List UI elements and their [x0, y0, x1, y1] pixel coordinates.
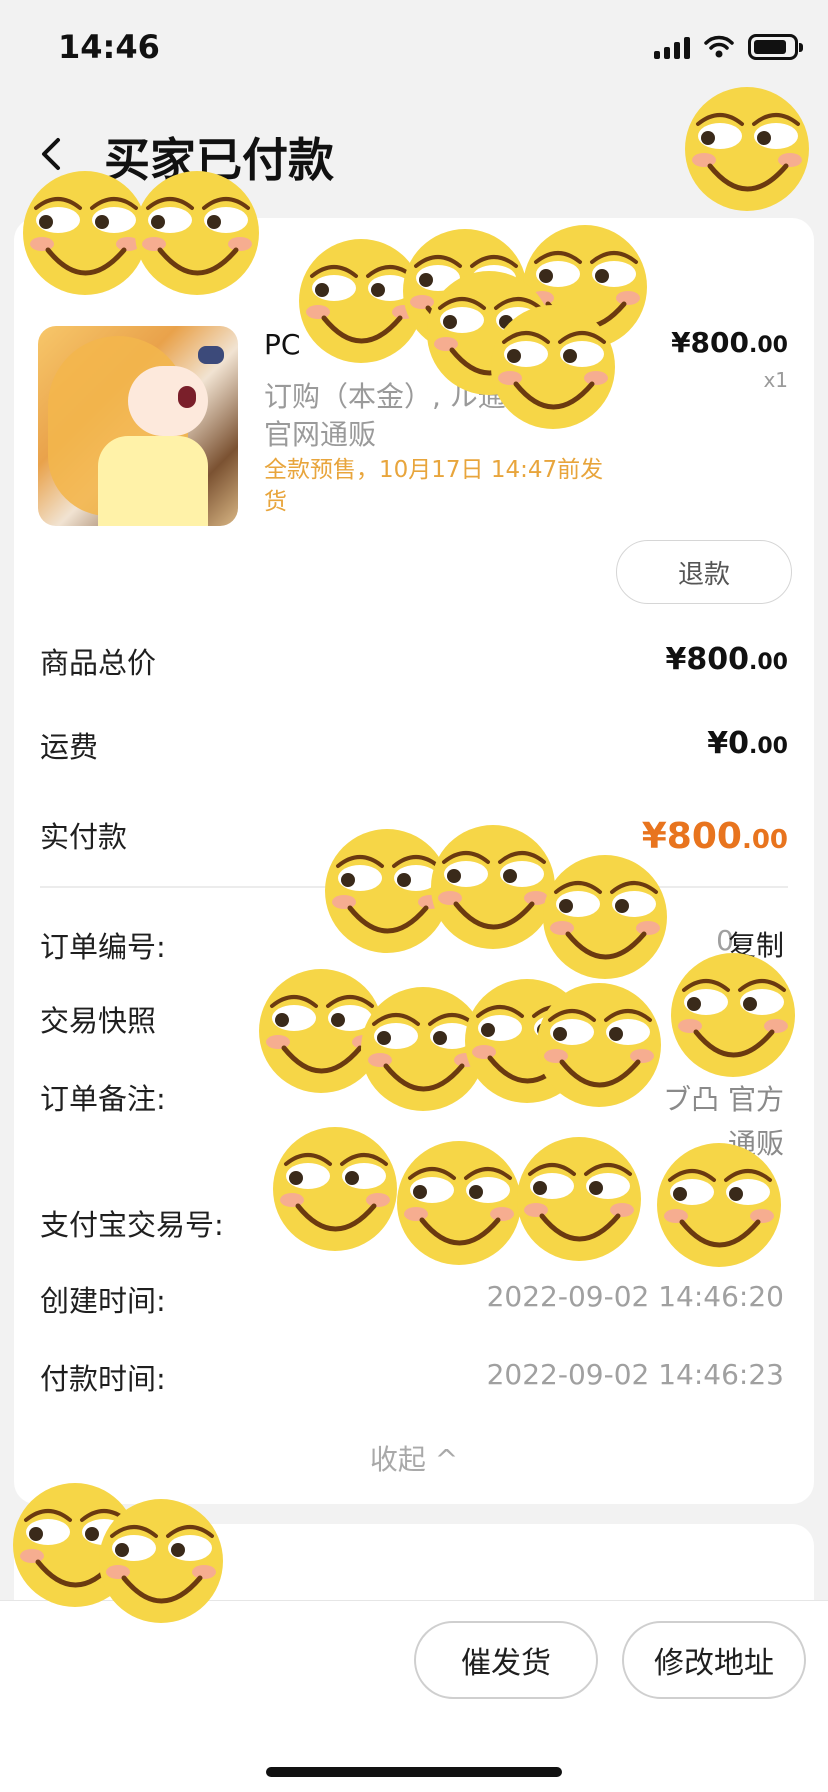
paid-time-value: 2022-09-02 14:46:23 — [486, 1358, 784, 1391]
smirk-emoji-icon — [657, 1143, 781, 1267]
paid-time-label: 付款时间: — [40, 1362, 166, 1396]
bottom-action-bar: 催发货 修改地址 — [0, 1600, 828, 1792]
order-number-label: 订单编号: — [40, 930, 166, 964]
snapshot-label[interactable]: 交易快照 — [40, 998, 156, 1040]
smirk-emoji-icon — [397, 1141, 521, 1265]
paid-value: ¥800.00 — [641, 816, 788, 857]
wifi-icon — [704, 35, 734, 58]
urge-shipment-button[interactable]: 催发货 — [414, 1621, 598, 1699]
presale-note: 全款预售，10月17日 14:47前发货 — [264, 457, 604, 515]
chevron-left-icon — [42, 138, 60, 170]
smirk-emoji-icon — [543, 855, 667, 979]
alipay-trade-no-label: 支付宝交易号: — [40, 1208, 224, 1242]
smirk-emoji-icon — [431, 825, 555, 949]
smirk-emoji-icon — [99, 1499, 223, 1623]
paid-label: 实付款 — [40, 820, 128, 854]
battery-level — [754, 40, 787, 54]
product-title[interactable]: PC — [264, 328, 300, 361]
product-price: ¥800.00 — [671, 326, 788, 359]
shipping-value: ¥0.00 — [707, 726, 788, 761]
collapse-toggle[interactable]: 收起 ^ — [14, 1438, 814, 1478]
smirk-emoji-icon — [491, 305, 615, 429]
created-time-label: 创建时间: — [40, 1284, 166, 1318]
battery-icon — [748, 34, 803, 60]
created-time-value: 2022-09-02 14:46:20 — [486, 1280, 784, 1313]
order-note-label: 订单备注: — [40, 1082, 166, 1116]
smirk-emoji-icon — [273, 1127, 397, 1251]
smirk-emoji-icon — [671, 953, 795, 1077]
smirk-emoji-icon — [517, 1137, 641, 1261]
status-icons — [654, 34, 803, 60]
order-note-value-line1: ブ凸 官方 — [663, 1083, 784, 1116]
smirk-emoji-icon — [135, 171, 259, 295]
status-time: 14:46 — [58, 28, 160, 66]
smirk-emoji-icon — [23, 171, 147, 295]
cellular-signal-icon — [654, 35, 690, 59]
smirk-emoji-icon — [537, 983, 661, 1107]
modify-address-button[interactable]: 修改地址 — [622, 1621, 806, 1699]
shipping-label: 运费 — [40, 730, 99, 764]
smirk-emoji-icon — [685, 87, 809, 211]
subtotal-value: ¥800.00 — [665, 642, 788, 677]
refund-button[interactable]: 退款 — [616, 540, 792, 604]
product-quantity: x1 — [763, 368, 788, 392]
product-image[interactable] — [38, 326, 238, 526]
home-indicator — [266, 1767, 562, 1777]
subtotal-label: 商品总价 — [40, 646, 157, 680]
